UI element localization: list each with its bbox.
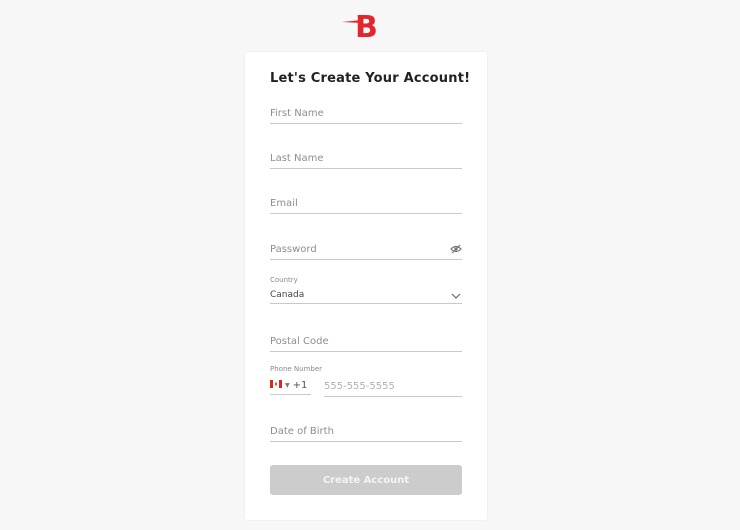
last-name-input[interactable] xyxy=(270,149,462,168)
email-field xyxy=(270,193,462,214)
email-input[interactable] xyxy=(270,194,462,213)
country-label: Country xyxy=(270,276,298,284)
signup-card: Let's Create Your Account! Country Canad… xyxy=(245,52,487,520)
logo-letter: B xyxy=(355,10,378,42)
first-name-input[interactable] xyxy=(270,104,462,123)
caret-down-icon: ▼ xyxy=(285,381,290,389)
eye-off-icon[interactable] xyxy=(450,242,462,254)
form-title: Let's Create Your Account! xyxy=(270,71,471,86)
password-field xyxy=(270,239,462,260)
first-name-field xyxy=(270,103,462,124)
country-value: Canada xyxy=(270,290,305,300)
phone-number-input[interactable] xyxy=(324,377,462,396)
last-name-field xyxy=(270,148,462,169)
dial-code: +1 xyxy=(292,379,308,391)
phone-country-select[interactable]: ▼ +1 xyxy=(270,376,311,395)
phone-label: Phone Number xyxy=(270,365,323,373)
country-select[interactable]: Canada xyxy=(270,287,462,304)
postal-code-input[interactable] xyxy=(270,332,462,351)
postal-code-field xyxy=(270,331,462,352)
dob-input[interactable] xyxy=(270,422,462,441)
dob-field xyxy=(270,421,462,442)
canada-flag-icon xyxy=(270,379,282,391)
brand-logo: B xyxy=(340,6,390,45)
password-input[interactable] xyxy=(270,240,462,259)
phone-number-field xyxy=(324,376,462,397)
chevron-down-icon xyxy=(450,289,462,301)
create-account-button[interactable]: Create Account xyxy=(270,465,462,495)
